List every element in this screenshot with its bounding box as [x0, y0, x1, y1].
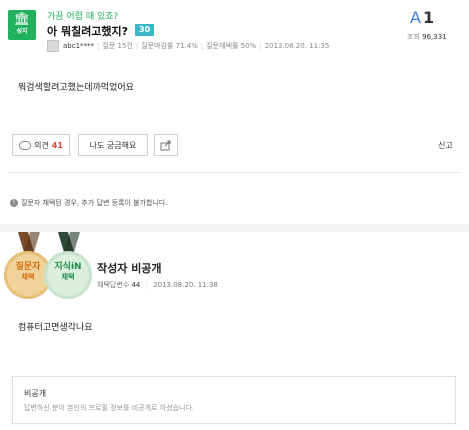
- views-value: 96,331: [422, 33, 447, 41]
- curious-button[interactable]: 나도 궁금해요: [78, 134, 148, 156]
- questions-count: 질문 15건: [102, 42, 133, 50]
- category-badge[interactable]: 🏛 성지: [8, 10, 36, 40]
- opinion-label: 의견: [34, 140, 49, 150]
- meta-separator: |: [200, 42, 204, 50]
- share-icon: [160, 140, 171, 150]
- question-date: 2013.08.20. 11:35: [264, 42, 330, 50]
- category-badge-label: 성지: [16, 28, 28, 35]
- meta-separator: |: [259, 42, 262, 50]
- meta-separator: |: [135, 42, 139, 50]
- temple-icon: 🏛: [13, 12, 31, 27]
- avatar[interactable]: [47, 40, 59, 52]
- bounty-badge: 30: [135, 24, 155, 36]
- report-link[interactable]: 신고: [438, 140, 453, 151]
- category-subtitle[interactable]: 가끔 어렵 때 있죠?: [47, 9, 118, 22]
- section-separator: [0, 224, 469, 232]
- meta-separator: |: [145, 281, 148, 289]
- notice-text: 질문자 채택된 경우, 추가 답변 등록이 불가합니다.: [21, 199, 168, 207]
- question-title: 아 뭐칠려고했지?: [47, 25, 129, 38]
- private-description: 답변하신 분이 본인의 프로필 정보를 비공개로 하셨습니다.: [24, 404, 195, 412]
- info-icon: !: [10, 199, 18, 207]
- divider: [8, 172, 461, 173]
- question-meta: abc1**** | 질문 15건 | 질문마감률 71.4% | 질문채택률 …: [47, 40, 329, 52]
- medal-questioner-line2: 채택: [21, 273, 35, 281]
- answer-letter: A: [410, 8, 421, 27]
- meta-separator: |: [97, 42, 100, 50]
- question-body: 뭐검색할려고했는데까먹었어요: [18, 83, 134, 93]
- answer-body: 컴퓨터고면생각나요: [18, 323, 93, 333]
- views: 조회 96,331: [407, 32, 447, 42]
- views-label: 조회: [407, 33, 420, 41]
- notice: ! 질문자 채택된 경우, 추가 답변 등록이 불가합니다.: [10, 198, 168, 208]
- answer-date: 2013.08.20. 11:38: [153, 281, 218, 289]
- answer-number: 1: [422, 8, 435, 27]
- opinion-count: 41: [51, 140, 63, 150]
- medal-jisik-line1: 지식iN: [54, 262, 82, 272]
- speech-bubble-icon: [19, 140, 32, 150]
- private-profile-box: [12, 376, 456, 424]
- answer-writer: 작성자 비공개: [97, 262, 162, 275]
- medal-jisik-line2: 채택: [61, 273, 75, 281]
- jisik-adopted-medal: 지식iN 채택: [44, 251, 92, 299]
- adoption-rate: 질문채택률 50%: [206, 42, 257, 50]
- adopted-count-value: 44: [131, 281, 141, 289]
- opinion-button[interactable]: 의견 41: [12, 134, 70, 156]
- author-name[interactable]: abc1****: [63, 42, 94, 50]
- closing-rate: 질문마감률 71.4%: [141, 42, 198, 50]
- medal-questioner-line1: 질문자: [15, 262, 41, 272]
- qa-page: 🏛 성지 가끔 어렵 때 있죠? 아 뭐칠려고했지? 30 abc1**** |…: [0, 0, 469, 430]
- answer-count: A1: [410, 8, 434, 27]
- adopted-count-label: 채택답변수: [97, 281, 130, 289]
- private-title: 비공개: [24, 389, 47, 398]
- answer-meta: 채택답변수 44 | 2013.08.20. 11:38: [97, 280, 218, 290]
- share-button[interactable]: [154, 134, 178, 156]
